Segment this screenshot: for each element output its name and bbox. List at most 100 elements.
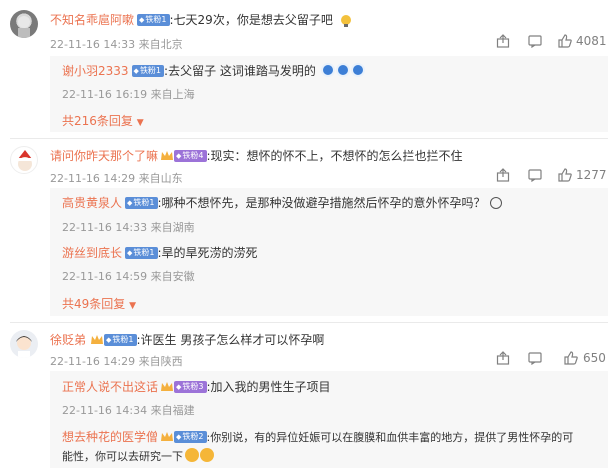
- reply-meta: 22-11-16 14:34 来自福建: [62, 402, 195, 418]
- like-count: 650: [583, 351, 606, 365]
- avatar-image: [18, 16, 30, 38]
- reply-text: :加入我的男性生子项目: [206, 380, 331, 394]
- fan-badge: ◆铁粉4: [174, 150, 207, 162]
- comment-time: 22-11-16 14:29: [50, 172, 136, 185]
- reply-location: 来自湖南: [150, 221, 195, 234]
- comment-text: :许医生 男孩子怎么样才可以怀孕啊: [136, 333, 325, 347]
- chevron-down-icon: ▼: [129, 301, 137, 311]
- comment-actions: 4081: [496, 34, 608, 50]
- reply-line: 高贵黄泉人 ◆铁粉1:哪种不想怀先，是那种没做避孕措施然后怀孕的意外怀孕吗？: [62, 194, 503, 211]
- reply-meta: 22-11-16 16:19 来自上海: [62, 86, 195, 102]
- doge-emoji-icon: [350, 63, 365, 77]
- reply-line-continued: 能性，你可以去研究一下: [62, 448, 214, 464]
- avatar[interactable]: [10, 10, 38, 38]
- comment-line: 不知名乖扈阿嗽 ◆铁粉1:七天29次，你是想去父留子吧: [50, 11, 353, 28]
- reply-time: 22-11-16 16:19: [62, 88, 148, 101]
- like-count: 1277: [576, 168, 607, 182]
- crying-emoji-icon: [185, 448, 199, 462]
- bulb-emoji-icon: [340, 14, 351, 27]
- fan-badge: ◆铁粉1: [125, 197, 158, 209]
- diamond-icon: ◆: [133, 67, 139, 75]
- crown-icon: [91, 335, 104, 344]
- comment-location: 来自陕西: [138, 355, 183, 368]
- doge-emoji-icon: [320, 63, 335, 77]
- comment-time: 22-11-16 14:33: [50, 38, 136, 51]
- more-replies-link[interactable]: 共216条回复 ▼: [62, 112, 144, 129]
- reply-location: 来自上海: [150, 88, 195, 101]
- reply-text: :去父留子 这词谁踏马发明的: [164, 64, 316, 78]
- diamond-icon: ◆: [176, 433, 182, 441]
- comment-icon[interactable]: [528, 168, 542, 182]
- diamond-icon: ◆: [106, 336, 112, 344]
- crown-icon: [161, 151, 174, 160]
- comment-time: 22-11-16 14:29: [50, 355, 136, 368]
- share-icon[interactable]: [496, 168, 510, 182]
- comment-text: :现实：想怀的怀不上，不想怀的怎么拦也拦不住: [206, 149, 463, 163]
- reply-meta: 22-11-16 14:59 来自安徽: [62, 268, 195, 284]
- crown-icon: [161, 382, 174, 391]
- reply-time: 22-11-16 14:59: [62, 270, 148, 283]
- reply-username[interactable]: 高贵黄泉人: [62, 196, 122, 210]
- thumbs-up-icon[interactable]: [558, 168, 572, 182]
- comment-meta: 22-11-16 14:29 来自陕西: [50, 353, 183, 369]
- comment-actions: 650: [496, 351, 608, 367]
- comment-actions: 1277: [496, 168, 608, 184]
- comment-icon[interactable]: [528, 351, 542, 365]
- avatar-image: [16, 336, 32, 358]
- comment-username[interactable]: 请问你昨天那个了嘛: [50, 149, 158, 163]
- reply-time: 22-11-16 14:33: [62, 221, 148, 234]
- reply-time: 22-11-16 14:34: [62, 404, 148, 417]
- divider: [10, 322, 608, 323]
- reply-location: 来自福建: [150, 404, 195, 417]
- reply-text: :你别说，有的异位妊娠可以在腹膜和血供丰富的地方，提供了男性怀孕的可: [206, 431, 574, 444]
- reply-location: 来自安徽: [150, 270, 195, 283]
- doge-emoji-icon: [335, 63, 350, 77]
- comment-line: 请问你昨天那个了嘛 ◆铁粉4:现实：想怀的怀不上，不想怀的怎么拦也拦不住: [50, 147, 463, 164]
- reply-meta: 22-11-16 14:33 来自湖南: [62, 219, 195, 235]
- avatar[interactable]: [10, 330, 38, 358]
- divider: [10, 138, 608, 139]
- diamond-icon: ◆: [176, 152, 182, 160]
- comment-meta: 22-11-16 14:33 来自北京: [50, 36, 183, 52]
- comment-line: 徐贬弟 ◆铁粉1:许医生 男孩子怎么样才可以怀孕啊: [50, 331, 324, 348]
- avatar[interactable]: [10, 146, 38, 174]
- reply-username[interactable]: 谢小羽2333: [62, 64, 129, 78]
- share-icon[interactable]: [496, 34, 510, 48]
- fan-badge: ◆铁粉1: [104, 334, 137, 346]
- thumbs-up-icon[interactable]: [564, 351, 578, 365]
- thumbs-up-icon[interactable]: [558, 34, 572, 48]
- crown-icon: [161, 432, 174, 441]
- comment-text: :七天29次，你是想去父留子吧: [169, 13, 333, 27]
- reply-line: 想去种花的医学僧 ◆铁粉2:你别说，有的异位妊娠可以在腹膜和血供丰富的地方，提供了…: [62, 428, 573, 445]
- comment-meta: 22-11-16 14:29 来自山东: [50, 170, 183, 186]
- reply-text: :旱的旱死涝的涝死: [157, 246, 258, 260]
- fan-badge: ◆铁粉3: [174, 381, 207, 393]
- fan-badge: ◆铁粉1: [137, 14, 170, 26]
- reply-text: :哪种不想怀先，是那种没做避孕措施然后怀孕的意外怀孕吗？: [157, 196, 486, 210]
- diamond-icon: ◆: [127, 199, 133, 207]
- comment-location: 来自山东: [138, 172, 183, 185]
- comment-username[interactable]: 不知名乖扈阿嗽: [50, 13, 134, 27]
- reply-username[interactable]: 正常人说不出这话: [62, 380, 158, 394]
- more-replies-link[interactable]: 共49条回复 ▼: [62, 295, 136, 312]
- reply-line: 谢小羽2333 ◆铁粉1:去父留子 这词谁踏马发明的: [62, 62, 365, 79]
- chevron-down-icon: ▼: [136, 118, 144, 128]
- crying-emoji-icon: [200, 448, 214, 462]
- diamond-icon: ◆: [127, 249, 133, 257]
- diamond-icon: ◆: [176, 383, 182, 391]
- fan-badge: ◆铁粉1: [131, 65, 165, 77]
- avatar-image: [18, 150, 32, 171]
- reply-username[interactable]: 想去种花的医学僧: [62, 430, 158, 444]
- reply-line: 游丝到底长 ◆铁粉1:旱的旱死涝的涝死: [62, 244, 258, 261]
- smile-emoji-icon: [490, 197, 503, 209]
- fan-badge: ◆铁粉1: [125, 247, 158, 259]
- reply-line: 正常人说不出这话 ◆铁粉3:加入我的男性生子项目: [62, 378, 331, 395]
- share-icon[interactable]: [496, 351, 510, 365]
- reply-username[interactable]: 游丝到底长: [62, 246, 122, 260]
- diamond-icon: ◆: [139, 16, 145, 24]
- comment-username[interactable]: 徐贬弟: [50, 333, 86, 347]
- comment-icon[interactable]: [528, 34, 542, 48]
- comment-location: 来自北京: [138, 38, 183, 51]
- like-count: 4081: [576, 34, 607, 48]
- reply-text: 能性，你可以去研究一下: [62, 450, 183, 463]
